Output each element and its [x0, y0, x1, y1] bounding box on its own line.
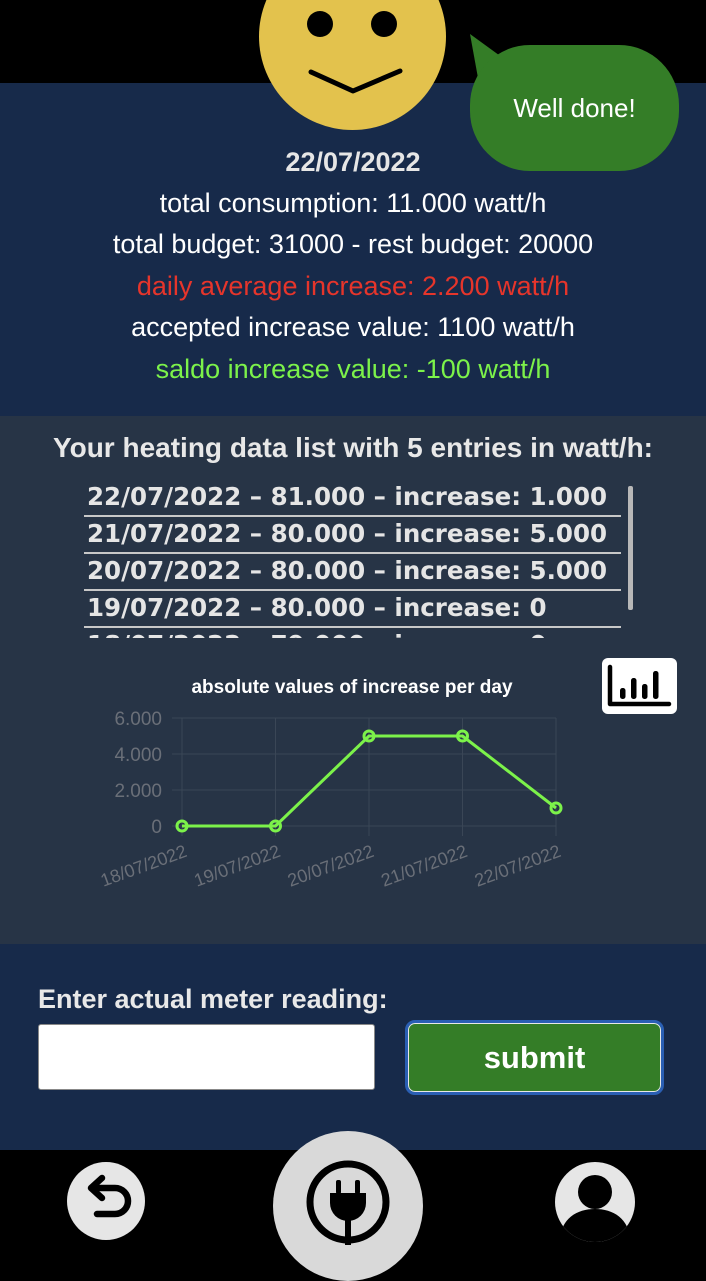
total-consumption: total consumption: 11.000 watt/h: [159, 188, 547, 218]
meter-label: Enter actual meter reading:: [38, 984, 388, 1014]
user-icon: [559, 1175, 631, 1242]
accepted-increase: accepted increase value: 1100 watt/h: [131, 312, 575, 342]
y-tick-label: 4.000: [114, 745, 162, 766]
feedback-message: Well done!: [513, 92, 636, 123]
plug-icon: [306, 1160, 390, 1245]
meter-reading-input[interactable]: [38, 1024, 375, 1090]
saldo-increase: saldo increase value: -100 watt/h: [155, 354, 551, 384]
heating-data-section: Your heating data list with 5 entries in…: [0, 416, 706, 944]
power-button[interactable]: [273, 1131, 423, 1281]
submit-button[interactable]: submit: [405, 1020, 664, 1095]
x-tick-label: 21/07/2022: [378, 841, 470, 891]
x-tick-label: 22/07/2022: [472, 841, 564, 891]
bar-chart-icon: [607, 664, 672, 707]
daily-average: daily average increase: 2.200 watt/h: [136, 271, 570, 301]
chart-toggle-button[interactable]: [602, 658, 677, 714]
smiley-face-icon: [259, 0, 446, 130]
smiley-mouth: [308, 68, 403, 94]
y-tick-label: 2.000: [114, 781, 162, 802]
undo-icon: [87, 1174, 132, 1218]
meter-section: Enter actual meter reading: submit: [0, 944, 706, 1150]
chart-y-ticks: 0 2.000 4.000 6.000: [114, 709, 162, 838]
x-tick-label: 20/07/2022: [285, 841, 377, 891]
chart-x-ticks: 18/07/2022 19/07/2022 20/07/2022 21/07/2022…: [98, 841, 564, 891]
speech-bubble: Well done!: [470, 45, 679, 171]
y-tick-label: 0: [151, 817, 162, 838]
y-tick-label: 6.000: [114, 709, 162, 730]
chart-title: absolute values of increase per day: [191, 677, 512, 698]
x-tick-label: 19/07/2022: [191, 841, 283, 891]
budget-info: total budget: 31000 - rest budget: 20000: [112, 229, 594, 259]
profile-button[interactable]: [555, 1162, 635, 1242]
increase-chart: absolute values of increase per day 0 2.0…: [98, 677, 564, 891]
back-button[interactable]: [67, 1162, 145, 1240]
x-tick-label: 18/07/2022: [98, 841, 190, 891]
